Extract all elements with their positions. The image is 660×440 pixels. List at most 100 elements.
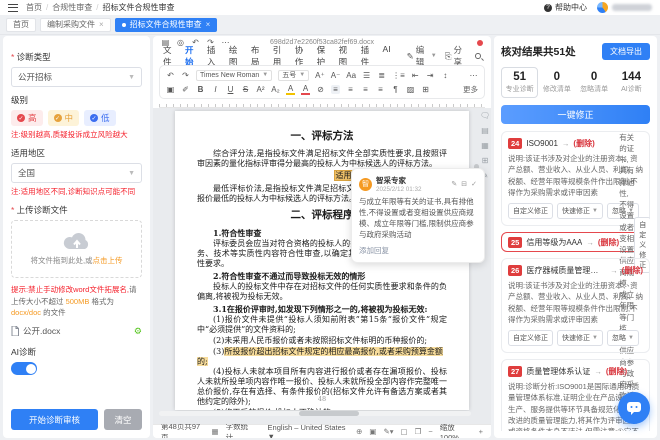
file-settings-icon[interactable]: ⚙ (134, 326, 142, 337)
more-button[interactable]: 更多 (463, 84, 478, 95)
multilevel-list-icon[interactable]: ⋮≡ (392, 71, 405, 80)
font-grow-icon[interactable]: A⁺ (315, 71, 325, 80)
ellipsis-icon[interactable]: ⋯ (469, 71, 478, 80)
zoom-in-icon[interactable]: + (479, 427, 483, 436)
add-reply-link[interactable]: 添加回复 (359, 245, 477, 256)
bold-icon[interactable]: B (196, 85, 205, 94)
question-icon: ? (544, 4, 552, 12)
stat-专业诊断[interactable]: 51专业诊断 (501, 67, 538, 98)
subscript-icon[interactable]: A₂ (271, 85, 280, 94)
save-icon[interactable]: ▤ (161, 38, 170, 47)
level-badge-低[interactable]: ✓低 (84, 110, 116, 126)
level-badge-高[interactable]: ✓高 (11, 110, 43, 126)
region-select[interactable]: 全国 ▼ (11, 163, 142, 183)
align-center-icon[interactable]: ≡ (346, 85, 355, 94)
undo-icon[interactable]: ↶ (166, 71, 175, 80)
upload-dropzone[interactable]: 将文件拖到此处,或点击上传 (11, 220, 142, 278)
username-blurred[interactable] (612, 4, 652, 11)
region-value: 全国 (18, 167, 35, 179)
bullet-list-icon[interactable]: ☰ (362, 71, 371, 80)
diagnosis-type-select[interactable]: 公开招标 ▼ (11, 67, 142, 87)
redo-icon[interactable]: ↷ (181, 71, 190, 80)
breadcrumb-item[interactable]: 招标文件合规性审查 (102, 2, 174, 13)
align-left-icon[interactable]: ≡ (331, 85, 340, 94)
superscript-icon[interactable]: A² (256, 85, 265, 94)
paste-icon[interactable]: ▣ (166, 85, 175, 94)
navigation-icon[interactable]: ▤ (480, 127, 490, 135)
chat-assistant-button[interactable] (618, 392, 650, 424)
font-size-select[interactable]: 五号▼ (278, 70, 309, 81)
card-number-badge: 26 (508, 265, 522, 276)
close-icon[interactable]: × (99, 20, 104, 29)
search-icon[interactable] (475, 53, 481, 59)
clear-format-icon[interactable]: ⊘ (316, 85, 325, 94)
clear-button[interactable]: 清空 (104, 409, 142, 430)
change-case-icon[interactable]: Aa (346, 71, 356, 80)
undo-icon[interactable]: ↶ (191, 38, 200, 47)
card-number-badge: 24 (508, 138, 522, 149)
close-icon[interactable]: × (206, 20, 211, 29)
spellcheck-icon[interactable]: ⊕ (356, 427, 362, 436)
comment-body: 与成立年限等有关的证书,具有排他性,不得设置或者变相设置供应商规模、成立年限等门… (359, 197, 477, 241)
doc-text: (3) (213, 347, 224, 356)
font-shrink-icon[interactable]: A⁻ (331, 71, 341, 80)
result-card-26[interactable]: 26医疗器械质量管理体系认证→(删除)说明:该证书涉及对企业的注册资本、资产总额… (501, 258, 650, 353)
help-center-link[interactable]: ? 帮助中心 (544, 2, 587, 13)
comments-icon[interactable]: 🗨 (480, 112, 490, 120)
uploaded-file-row[interactable]: 公开.docx ⚙ (11, 325, 142, 337)
custom-fix-button[interactable]: 自定义修正 (508, 330, 553, 346)
level-badge-中[interactable]: ✓中 (48, 110, 80, 126)
table-icon[interactable]: ⊞ (480, 157, 490, 165)
strikethrough-icon[interactable]: S (241, 85, 250, 94)
number-list-icon[interactable]: ≣ (377, 71, 386, 80)
italic-icon[interactable]: I (211, 85, 220, 94)
upload-link[interactable]: 点击上传 (93, 256, 123, 265)
indent-increase-icon[interactable]: ⇥ (426, 71, 435, 80)
font-family-select[interactable]: Times New Roman▼ (196, 70, 272, 81)
redo-icon[interactable]: ↷ (206, 38, 215, 47)
stat-忽略清单[interactable]: 0忽略清单 (576, 67, 613, 98)
result-card-25[interactable]: 25信用等级为AAA→(删除)说明:与成立年限等有关的证书,具有排他性,不得设置… (501, 232, 650, 252)
quick-fix-button[interactable]: 快速修正▼ (557, 330, 603, 346)
track-changes-icon[interactable]: ▣ (369, 427, 376, 436)
start-diagnosis-button[interactable]: 开始诊断审核 (11, 409, 98, 430)
language-select[interactable]: English – United States ▼ (268, 423, 350, 439)
paragraph-mark-icon[interactable]: ¶ (391, 85, 400, 94)
quick-fix-button[interactable]: 快速修正▼ (557, 203, 603, 219)
tab-招标文件合规性审查[interactable]: 招标文件合规性审查× (115, 18, 218, 32)
menu-icon[interactable] (8, 4, 18, 12)
horizontal-ruler[interactable] (159, 101, 485, 108)
stat-AI诊断[interactable]: 144AI诊断 (613, 67, 650, 98)
ai-diagnosis-toggle[interactable] (11, 362, 37, 375)
custom-fix-button[interactable]: 自定义修正 (508, 203, 553, 219)
fix-all-button[interactable]: 一键修正 (501, 105, 650, 124)
more-icon[interactable]: ⋯ (221, 38, 230, 47)
comment-delete-icon[interactable]: ⊟ (461, 180, 467, 188)
breadcrumb-item[interactable]: 合规性审查 (52, 2, 92, 13)
comment-resolve-icon[interactable]: ✓ (471, 180, 477, 188)
ignore-button[interactable]: 忽略▼ (607, 330, 639, 346)
tab-编制采购文件[interactable]: 编制采购文件× (40, 18, 111, 32)
borders-icon[interactable]: ⊞ (421, 85, 430, 94)
export-button[interactable]: 文档导出 (602, 43, 650, 60)
preview-icon[interactable]: ◎ (176, 38, 185, 47)
horizontal-scrollbar[interactable] (159, 411, 471, 416)
breadcrumb-item[interactable]: 首页 (26, 2, 42, 13)
fit-page-icon[interactable]: ▢ (401, 427, 408, 436)
underline-icon[interactable]: U (226, 85, 235, 94)
shading-icon[interactable]: ▨ (406, 85, 415, 94)
comment-edit-icon[interactable]: ✎ (451, 180, 457, 188)
justify-icon[interactable]: ≡ (376, 85, 385, 94)
indent-decrease-icon[interactable]: ⇤ (411, 71, 420, 80)
zoom-out-icon[interactable]: − (428, 427, 432, 436)
image-icon[interactable]: ▦ (480, 142, 490, 150)
tab-首页[interactable]: 首页 (6, 18, 36, 32)
line-spacing-icon[interactable]: ↕ (441, 71, 450, 80)
stat-修改清单[interactable]: 0修改清单 (538, 67, 575, 98)
markup-icon[interactable]: ✎▾ (383, 427, 393, 436)
highlight-color-icon[interactable]: A (286, 84, 295, 95)
fit-width-icon[interactable]: ❐ (415, 427, 422, 436)
format-painter-icon[interactable]: ✐ (181, 85, 190, 94)
font-color-icon[interactable]: A (301, 84, 310, 95)
align-right-icon[interactable]: ≡ (361, 85, 370, 94)
